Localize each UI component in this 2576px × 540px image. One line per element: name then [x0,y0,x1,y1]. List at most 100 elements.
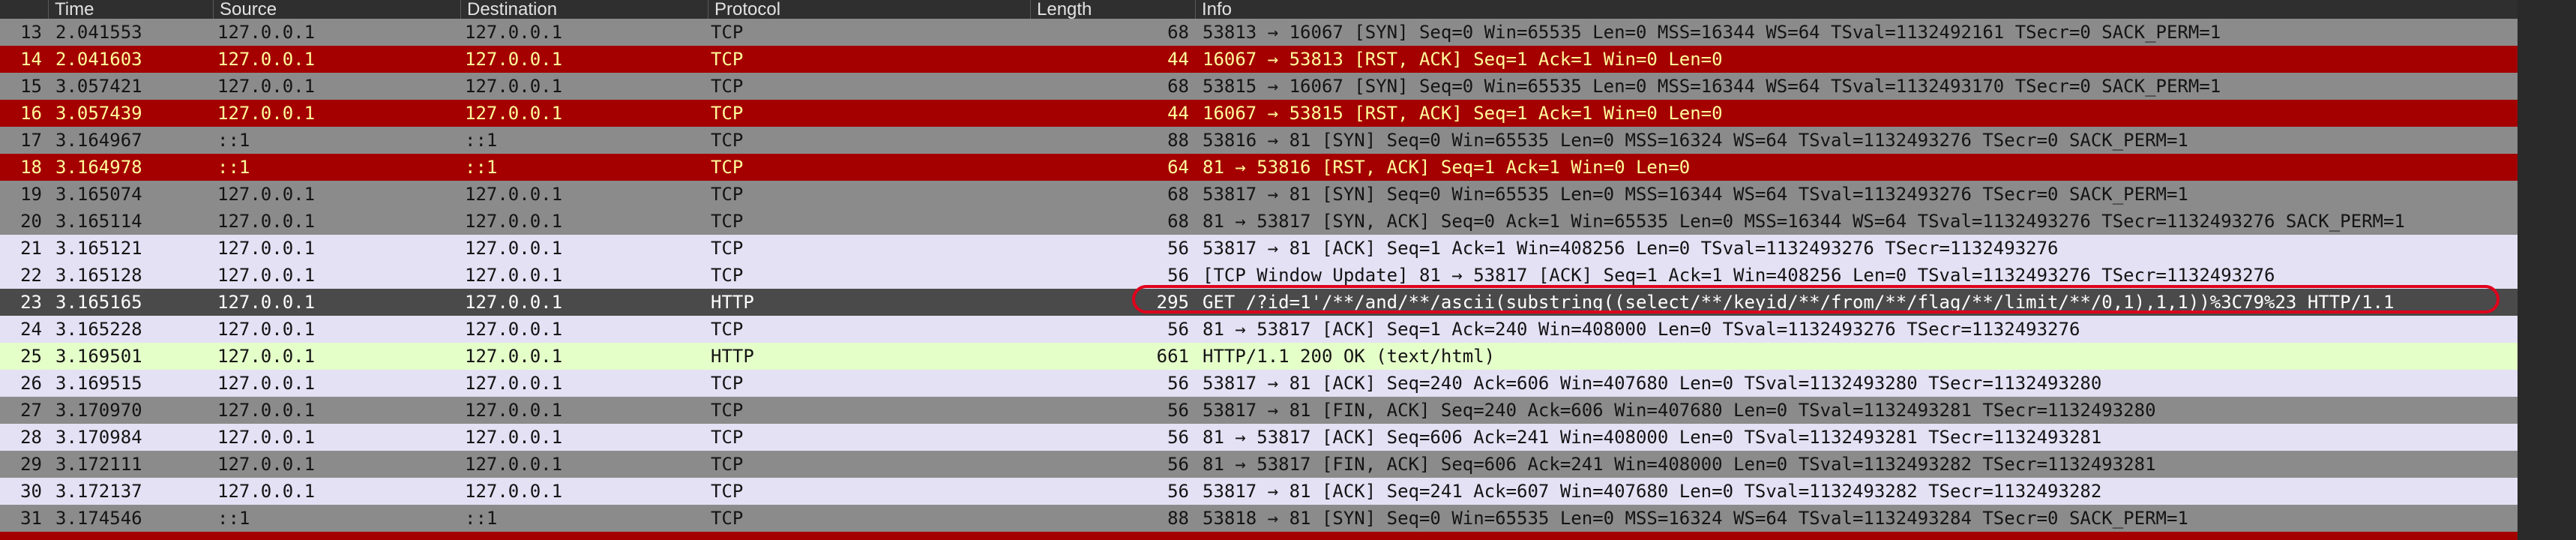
packet-row[interactable]: 14 2.041603 127.0.0.1 127.0.0.1 TCP 44 16067 →… [0,46,2518,73]
packet-source: 127.0.0.1 [217,346,316,367]
packet-time: 3.057439 [55,103,142,124]
partial-row [0,532,2518,540]
packet-protocol: HTTP [711,292,754,313]
packet-source: ::1 [217,157,250,178]
packet-source: 127.0.0.1 [217,292,316,313]
col-destination-header[interactable]: Destination [460,0,708,19]
packet-protocol: TCP [711,481,744,502]
packet-row[interactable]: 31 3.174546::1::1 TCP 88 53818 → 81 [SYN] Se… [0,505,2518,532]
packet-length: 56 [1167,454,1189,475]
packet-source: 127.0.0.1 [217,76,316,97]
packet-destination: 127.0.0.1 [465,184,563,205]
packet-row[interactable]: 29 3.172111 127.0.0.1 127.0.0.1 TCP 56 81 → 53… [0,451,2518,478]
packet-row[interactable]: 25 3.169501 127.0.0.1 127.0.0.1 HTTP 661 HTTP/… [0,343,2518,370]
packet-protocol: TCP [711,22,744,43]
packet-rows: 13 2.041553 127.0.0.1 127.0.0.1 TCP 68 53813 →… [0,19,2518,532]
packet-row[interactable]: 28 3.170984 127.0.0.1 127.0.0.1 TCP 56 81 → 53… [0,424,2518,451]
packet-length: 88 [1167,130,1189,151]
packet-source: 127.0.0.1 [217,454,316,475]
packet-info: 53817 → 81 [ACK] Seq=240 Ack=606 Win=407… [1203,373,2102,394]
packet-destination: 127.0.0.1 [465,265,563,286]
packet-destination: 127.0.0.1 [465,427,563,448]
packet-row[interactable]: 13 2.041553 127.0.0.1 127.0.0.1 TCP 68 53813 →… [0,19,2518,46]
packet-row[interactable]: 15 3.057421 127.0.0.1 127.0.0.1 TCP 68 53815 →… [0,73,2518,100]
packet-row[interactable]: 26 3.169515 127.0.0.1 127.0.0.1 TCP 56 53817 →… [0,370,2518,397]
packet-length: 661 [1156,346,1189,367]
packet-protocol: TCP [711,238,744,259]
packet-no: 18 [20,157,42,178]
packet-time: 3.164967 [55,130,142,151]
packet-source: ::1 [217,508,250,529]
packet-time: 3.165074 [55,184,142,205]
packet-no: 17 [20,130,42,151]
packet-destination: 127.0.0.1 [465,103,563,124]
packet-destination: 127.0.0.1 [465,292,563,313]
packet-no: 30 [20,481,42,502]
packet-source: 127.0.0.1 [217,238,316,259]
packet-source: 127.0.0.1 [217,319,316,340]
packet-info: 16067 → 53813 [RST, ACK] Seq=1 Ack=1 Win… [1203,49,1723,70]
packet-no: 28 [20,427,42,448]
packet-length: 56 [1167,238,1189,259]
packet-destination: 127.0.0.1 [465,49,563,70]
packet-row[interactable]: 16 3.057439 127.0.0.1 127.0.0.1 TCP 44 16067 →… [0,100,2518,127]
packet-no: 21 [20,238,42,259]
packet-source: 127.0.0.1 [217,211,316,232]
packet-no: 19 [20,184,42,205]
packet-length: 56 [1167,373,1189,394]
scrollbar[interactable] [2518,0,2576,540]
col-info-header[interactable]: Info [1195,0,2518,19]
packet-info: 53815 → 16067 [SYN] Seq=0 Win=65535 Len=… [1203,76,2221,97]
packet-protocol: TCP [711,49,744,70]
packet-info: 53813 → 16067 [SYN] Seq=0 Win=65535 Len=… [1203,22,2221,43]
packet-no: 24 [20,319,42,340]
packet-length: 56 [1167,319,1189,340]
packet-info: 53817 → 81 [SYN] Seq=0 Win=65535 Len=0 M… [1203,184,2188,205]
col-protocol-header[interactable]: Protocol [708,0,1030,19]
packet-source: 127.0.0.1 [217,400,316,421]
packet-time: 3.165121 [55,238,142,259]
col-no-header[interactable] [0,0,48,19]
packet-length: 68 [1167,211,1189,232]
packet-source: 127.0.0.1 [217,22,316,43]
packet-info: 81 → 53817 [ACK] Seq=606 Ack=241 Win=408… [1203,427,2102,448]
packet-row[interactable]: 17 3.164967::1::1 TCP 88 53816 → 81 [SYN] Se… [0,127,2518,154]
packet-length: 295 [1156,292,1189,313]
packet-length: 56 [1167,481,1189,502]
packet-destination: 127.0.0.1 [465,238,563,259]
packet-destination: 127.0.0.1 [465,211,563,232]
packet-row[interactable]: 18 3.164978::1::1 TCP 64 81 → 53816 [RST, AC… [0,154,2518,181]
packet-protocol: TCP [711,373,744,394]
packet-row[interactable]: 23 3.165165 127.0.0.1 127.0.0.1 HTTP 295 GET /… [0,289,2518,316]
packet-protocol: TCP [711,265,744,286]
packet-destination: 127.0.0.1 [465,481,563,502]
packet-row[interactable]: 30 3.172137 127.0.0.1 127.0.0.1 TCP 56 53817 →… [0,478,2518,505]
packet-time: 3.165228 [55,319,142,340]
packet-row[interactable]: 21 3.165121 127.0.0.1 127.0.0.1 TCP 56 53817 →… [0,235,2518,262]
packet-info: 53817 → 81 [FIN, ACK] Seq=240 Ack=606 Wi… [1203,400,2156,421]
packet-no: 27 [20,400,42,421]
packet-destination: 127.0.0.1 [465,400,563,421]
packet-no: 13 [20,22,42,43]
packet-no: 31 [20,508,42,529]
packet-destination: ::1 [465,508,498,529]
packet-destination: 127.0.0.1 [465,76,563,97]
column-header: Time Source Destination Protocol Length … [0,0,2576,20]
packet-row[interactable]: 19 3.165074 127.0.0.1 127.0.0.1 TCP 68 53817 →… [0,181,2518,208]
packet-row[interactable]: 27 3.170970 127.0.0.1 127.0.0.1 TCP 56 53817 →… [0,397,2518,424]
packet-no: 29 [20,454,42,475]
packet-info: 53816 → 81 [SYN] Seq=0 Win=65535 Len=0 M… [1203,130,2188,151]
packet-time: 3.172111 [55,454,142,475]
packet-row[interactable]: 20 3.165114 127.0.0.1 127.0.0.1 TCP 68 81 → 53… [0,208,2518,235]
col-time-header[interactable]: Time [48,0,213,19]
packet-row[interactable]: 24 3.165228 127.0.0.1 127.0.0.1 TCP 56 81 → 53… [0,316,2518,343]
packet-protocol: TCP [711,454,744,475]
packet-row[interactable]: 22 3.165128 127.0.0.1 127.0.0.1 TCP 56 [TCP Wi… [0,262,2518,289]
col-source-header[interactable]: Source [213,0,460,19]
packet-protocol: HTTP [711,346,754,367]
packet-length: 44 [1167,103,1189,124]
col-length-header[interactable]: Length [1030,0,1195,19]
packet-length: 68 [1167,184,1189,205]
packet-list[interactable]: Time Source Destination Protocol Length … [0,0,2576,540]
packet-source: 127.0.0.1 [217,49,316,70]
